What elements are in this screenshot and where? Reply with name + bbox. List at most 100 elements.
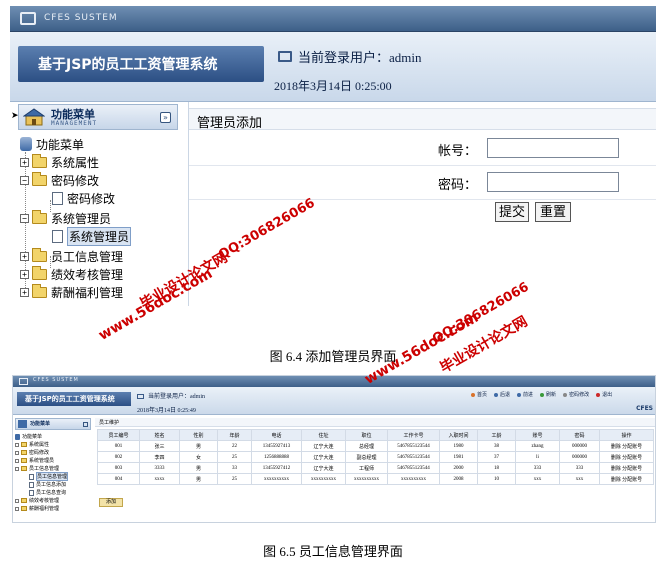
submit-button[interactable]: 提交 <box>495 202 529 222</box>
expand-icon[interactable]: + <box>20 269 29 279</box>
tree-root[interactable]: 功能菜单 <box>20 136 84 152</box>
nav-password[interactable]: 密码修改 <box>563 391 589 398</box>
expand-icon[interactable] <box>15 506 19 511</box>
tree-item-label: 系统属性 <box>51 155 100 170</box>
account-row: 帐号： <box>189 132 656 166</box>
reset-button[interactable]: 重置 <box>535 202 571 222</box>
collapse-icon[interactable]: » <box>160 112 171 123</box>
tree-item-label: 系统管理员 <box>51 211 112 226</box>
database-icon <box>20 137 32 151</box>
page-icon <box>52 191 63 205</box>
top-nav: 首页 后退 前进 刷新 密码修改 退出 <box>471 391 612 398</box>
tree-item-sys-admin[interactable]: − 系统管理员 <box>20 209 112 226</box>
tree-item-label: 绩效考核管理 <box>51 267 124 282</box>
tree-item-label: 密码修改 <box>51 173 100 188</box>
password-row: 密码： <box>189 166 656 200</box>
nav-refresh[interactable]: 刷新 <box>540 391 556 398</box>
tree-item[interactable]: 密码修改 <box>15 449 49 456</box>
nav-logout[interactable]: 退出 <box>596 391 612 398</box>
tree-root[interactable]: 功能菜单 <box>15 433 42 440</box>
app-title: 基于JSP的员工工资管理系统 <box>25 395 115 403</box>
tree-item-label-selected: 系统管理员 <box>67 226 132 246</box>
folder-icon <box>32 283 47 298</box>
expand-icon[interactable]: + <box>20 157 29 167</box>
figure-caption-1: 图 6.4 添加管理员界面 <box>269 349 397 364</box>
expand-icon[interactable] <box>15 498 19 503</box>
password-input[interactable] <box>487 172 619 192</box>
tree-item[interactable]: 系统管理员 <box>15 457 54 464</box>
tree-item-sys-admin-child[interactable]: 系统管理员 <box>52 226 132 246</box>
nav-home[interactable]: 首页 <box>471 391 487 398</box>
row-actions[interactable]: 删除 分配账号 <box>599 473 654 485</box>
home-icon <box>23 108 45 126</box>
expand-icon[interactable]: + <box>20 287 29 297</box>
tree-item-selected[interactable]: 员工信息管理 <box>29 472 69 481</box>
app-logo: 基于JSP的员工工资管理系统 <box>17 392 131 406</box>
window-title: CFES SUSTEM <box>44 13 118 23</box>
header-banner: 基于JSP的员工工资管理系统 当前登录用户：admin 2018年3月14日 0… <box>13 387 655 415</box>
collapse-icon[interactable] <box>83 422 88 427</box>
column-header: 密码 <box>559 429 600 441</box>
account-label: 帐号： <box>437 143 477 158</box>
folder-icon <box>21 498 27 503</box>
tree-item-salary[interactable]: + 薪酬福利管理 <box>20 283 124 300</box>
header-banner: 基于JSP的员工工资管理系统 当前登录用户：admin 2018年3月14日 0… <box>10 32 656 102</box>
row-actions[interactable]: 删除 分配账号 <box>599 451 654 463</box>
window-titlebar: CFES SUSTEM <box>13 376 655 387</box>
tree-item[interactable]: 员工信息管理 <box>15 465 59 472</box>
row-actions[interactable]: 删除 分配账号 <box>599 462 654 474</box>
collapse-tree-icon[interactable]: − <box>20 213 29 223</box>
employee-management-screenshot: CFES SUSTEM 基于JSP的员工工资管理系统 当前登录用户：admin … <box>12 375 656 523</box>
column-header: 工作卡号 <box>387 429 440 441</box>
collapse-tree-icon[interactable]: − <box>20 175 29 185</box>
folder-icon <box>21 506 27 511</box>
column-header: 性别 <box>179 429 218 441</box>
tree-item[interactable]: 薪酬福利管理 <box>15 505 59 512</box>
tree-item-emp-info[interactable]: + 员工信息管理 <box>20 247 123 264</box>
collapse-tree-icon[interactable] <box>15 466 19 471</box>
page-icon <box>29 473 34 480</box>
folder-icon <box>21 450 27 455</box>
column-header: 员工编号 <box>97 429 140 441</box>
panel-header: 员工维护 <box>95 418 655 427</box>
tree-item-perf[interactable]: + 绩效考核管理 <box>20 265 124 282</box>
app-title: 基于JSP的员工工资管理系统 <box>38 57 218 73</box>
tree-item[interactable]: 员工信息添加 <box>29 481 66 488</box>
expand-icon[interactable]: + <box>20 251 29 261</box>
tree-item-password[interactable]: − 密码修改 <box>20 171 100 188</box>
table-row: 004 xxxx 男 25 xxxxxxxxxx xxxxxxxxxx xxxxxxxxxx… <box>97 473 654 485</box>
folder-open-icon <box>21 466 27 471</box>
expand-icon[interactable] <box>15 450 19 455</box>
tree-item-label: 密码修改 <box>67 191 116 206</box>
column-header: 住址 <box>301 429 346 441</box>
folder-icon <box>32 265 47 280</box>
figure-caption-2: 图 6.5 员工信息管理界面 <box>263 544 403 559</box>
expand-icon[interactable] <box>15 458 19 463</box>
tree-item-system-props[interactable]: + 系统属性 <box>20 153 100 170</box>
folder-icon <box>32 153 47 168</box>
tree-item-label: 薪酬福利管理 <box>51 285 124 300</box>
nav-forward[interactable]: 前进 <box>517 391 533 398</box>
menu-title: 功能菜单 <box>30 421 51 427</box>
row-actions[interactable]: 删除 分配账号 <box>599 440 654 452</box>
folder-open-icon <box>32 171 47 186</box>
account-input[interactable] <box>487 138 619 158</box>
column-header: 账号 <box>515 429 560 441</box>
tree-item[interactable]: 系统属性 <box>15 441 49 448</box>
tree-item[interactable]: 绩效考核管理 <box>15 497 59 504</box>
tree-item[interactable]: 员工信息查询 <box>29 489 66 496</box>
column-header: 工龄 <box>477 429 516 441</box>
page-icon <box>52 229 63 243</box>
column-header: 操作 <box>599 429 654 441</box>
datetime: 2018年3月14日 0:25:00 <box>274 79 392 93</box>
key-icon <box>563 392 568 397</box>
menu-header: ➤ 功能菜单 MANAGEMENT » <box>11 104 178 130</box>
app-logo: 基于JSP的员工工资管理系统 <box>18 46 264 82</box>
current-user: 当前登录用户：admin <box>278 48 422 65</box>
panel-title: 管理员添加 <box>197 115 263 130</box>
expand-icon[interactable] <box>15 442 19 447</box>
nav-back[interactable]: 后退 <box>494 391 510 398</box>
employee-table: 员工编号 姓名 性别 年龄 电话 住址 职位 工作卡号 入职时间 工龄 账号 密… <box>97 429 654 485</box>
tree-item-password-child[interactable]: 密码修改 <box>52 190 115 206</box>
add-button[interactable]: 添加 <box>99 498 123 507</box>
